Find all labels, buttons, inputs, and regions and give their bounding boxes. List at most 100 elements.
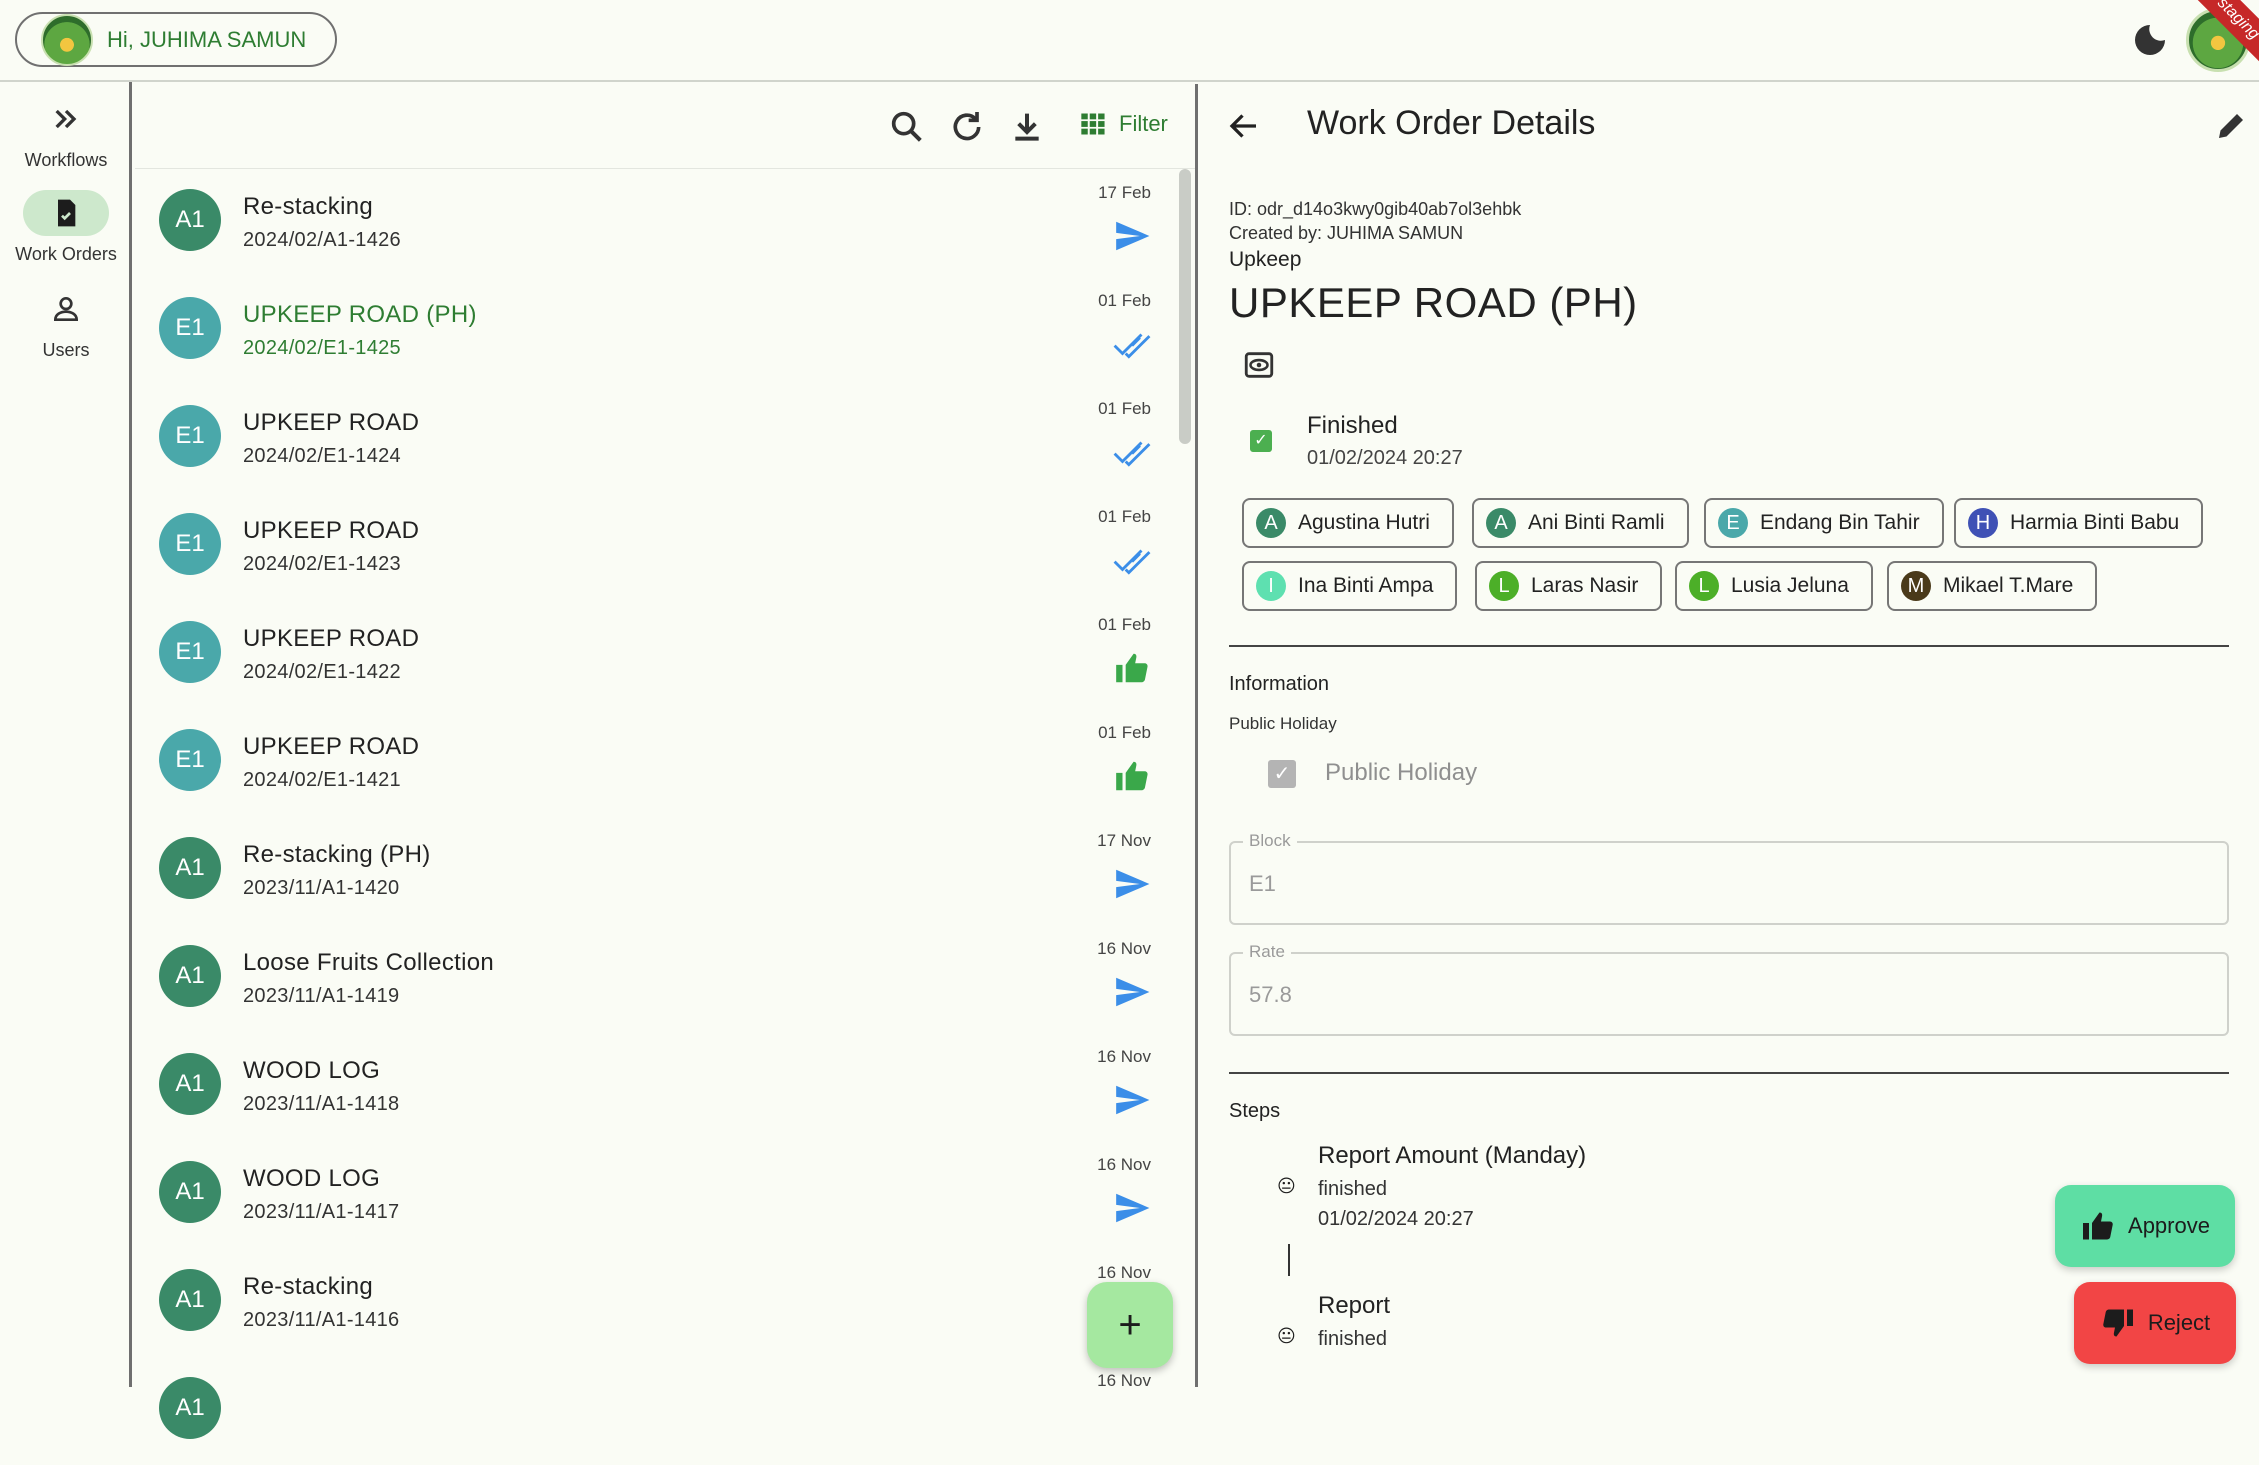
approve-button[interactable]: Approve	[2055, 1185, 2235, 1267]
block-field-label: Block	[1243, 831, 1297, 851]
work-order-list-panel: Filter A1 Re-stacking 2024/02/A1-1426 17 Fe…	[135, 84, 1195, 1439]
worker-avatar: E	[1718, 508, 1748, 538]
block-field[interactable]: Block E1	[1229, 831, 2229, 925]
block-avatar: E1	[159, 513, 221, 575]
grid-icon	[1081, 113, 1105, 135]
order-date: 17 Feb	[1098, 183, 1151, 202]
edit-pencil-icon[interactable]	[2213, 108, 2249, 144]
status-icon	[1113, 1405, 1151, 1443]
order-date: 17 Nov	[1097, 831, 1151, 850]
step-title[interactable]: Report	[1318, 1292, 1390, 1320]
worker-name: Lusia Jeluna	[1731, 574, 1849, 597]
order-code: 2023/11/A1-1420	[243, 877, 400, 899]
order-code: 2023/11/A1-1418	[243, 1093, 400, 1115]
section-divider	[1229, 645, 2229, 647]
order-date: 16 Nov	[1097, 1155, 1151, 1174]
order-date: 16 Nov	[1097, 1371, 1151, 1390]
reject-button[interactable]: Reject	[2074, 1282, 2236, 1364]
list-scrollbar[interactable]	[1179, 169, 1191, 444]
work-order-row[interactable]: E1 UPKEEP ROAD (PH) 2024/02/E1-1425 01 Feb	[135, 277, 1175, 385]
work-order-row[interactable]: A1 Re-stacking 2024/02/A1-1426 17 Feb	[135, 169, 1175, 277]
step-time: 01/02/2024 20:27	[1318, 1208, 1474, 1230]
block-avatar: A1	[159, 1377, 221, 1439]
order-title: UPKEEP ROAD (PH)	[243, 301, 477, 328]
send-icon	[1113, 865, 1151, 903]
dark-mode-icon[interactable]	[2130, 20, 2170, 60]
rail-item-work-orders[interactable]: Work Orders	[0, 190, 132, 265]
worker-chip[interactable]: L Laras Nasir	[1475, 561, 1663, 611]
order-title: Re-stacking	[243, 193, 374, 220]
worker-chip[interactable]: A Agustina Hutri	[1242, 498, 1454, 548]
order-code: 2024/02/E1-1425	[243, 337, 401, 359]
worker-chip[interactable]: E Endang Bin Tahir	[1704, 498, 1944, 548]
worker-chip[interactable]: L Lusia Jeluna	[1675, 561, 1873, 611]
worker-name: Agustina Hutri	[1298, 511, 1430, 534]
step-title[interactable]: Report Amount (Manday)	[1318, 1142, 1586, 1170]
rail-item-users[interactable]: Users	[0, 286, 132, 361]
order-title: Re-stacking	[243, 1273, 374, 1300]
worker-chip[interactable]: M Mikael T.Mare	[1887, 561, 2098, 611]
reject-label: Reject	[2147, 1310, 2211, 1335]
thumb-up-icon	[2083, 1212, 2113, 1240]
order-date: 01 Feb	[1098, 399, 1151, 418]
view-icon[interactable]	[1242, 348, 1276, 382]
rate-field[interactable]: Rate 57.8	[1229, 942, 2229, 1036]
worker-name: Laras Nasir	[1531, 574, 1639, 597]
work-order-row[interactable]: E1 UPKEEP ROAD 2024/02/E1-1424 01 Feb	[135, 385, 1175, 493]
filter-label: Filter	[1119, 111, 1168, 136]
steps-heading: Steps	[1229, 1100, 1281, 1122]
worker-avatar: M	[1901, 571, 1931, 601]
work-order-row[interactable]: A1 WOOD LOG 2023/11/A1-1418 16 Nov	[135, 1033, 1175, 1141]
double-chevron-right-icon	[23, 96, 109, 142]
order-code: 2024/02/E1-1424	[243, 445, 401, 467]
worker-chip[interactable]: I Ina Binti Ampa	[1242, 561, 1458, 611]
information-heading: Information	[1229, 673, 1330, 695]
block-avatar: A1	[159, 837, 221, 899]
created-by: Created by: JUHIMA SAMUN	[1229, 223, 1464, 243]
step-connector	[1288, 1244, 1290, 1276]
worker-chip[interactable]: A Ani Binti Ramli	[1472, 498, 1689, 548]
order-title: WOOD LOG	[243, 1165, 381, 1192]
navigation-rail: Workflows Work Orders Users	[0, 82, 132, 1387]
work-order-row[interactable]: E1 UPKEEP ROAD 2024/02/E1-1422 01 Feb	[135, 601, 1175, 709]
company-logo	[41, 13, 93, 66]
public-holiday-label: Public Holiday	[1229, 714, 1337, 733]
block-avatar: E1	[159, 405, 221, 467]
user-greeting-chip[interactable]: Hi, JUHIMA SAMUN	[15, 12, 337, 67]
work-order-row[interactable]: A1 Re-stacking (PH) 2023/11/A1-1420 17 Nov	[135, 817, 1175, 925]
work-order-row[interactable]: A1 Loose Fruits Collection 2023/11/A1-1419…	[135, 925, 1175, 1033]
worker-name: Mikael T.Mare	[1943, 574, 2074, 597]
rate-field-value: 57.8	[1249, 982, 1292, 1007]
send-icon	[1113, 217, 1151, 255]
order-title: UPKEEP ROAD (PH)	[1229, 279, 1638, 326]
back-arrow-icon[interactable]	[1226, 108, 1262, 144]
work-order-row[interactable]: E1 UPKEEP ROAD 2024/02/E1-1421 01 Feb	[135, 709, 1175, 817]
work-order-row[interactable]: A1 Re-stacking 2023/11/A1-1416 16 Nov	[135, 1249, 1175, 1357]
clipboard-check-icon	[23, 190, 109, 236]
order-date: 16 Nov	[1097, 1263, 1151, 1282]
rail-item-workflows[interactable]: Workflows	[0, 96, 132, 171]
block-field-value: E1	[1249, 871, 1276, 896]
order-title: UPKEEP ROAD	[243, 517, 420, 544]
greeting-text: Hi, JUHIMA SAMUN	[107, 26, 307, 52]
filter-button[interactable]: Filter	[1079, 110, 1168, 138]
order-code: 2024/02/A1-1426	[243, 229, 401, 251]
order-code: 2023/11/A1-1419	[243, 985, 400, 1007]
worker-avatar: L	[1689, 571, 1719, 601]
work-order-row[interactable]: E1 UPKEEP ROAD 2024/02/E1-1423 01 Feb	[135, 493, 1175, 601]
public-holiday-checkbox[interactable]: ✓	[1268, 760, 1296, 788]
approve-label: Approve	[2128, 1213, 2210, 1238]
order-code: 2024/02/E1-1421	[243, 769, 401, 791]
search-icon[interactable]	[887, 107, 927, 147]
order-id: ID: odr_d14o3kwy0gib40ab7ol3ehbk	[1229, 199, 1522, 219]
worker-chip[interactable]: H Harmia Binti Babu	[1954, 498, 2204, 548]
detail-title: Work Order Details	[1307, 104, 1596, 142]
work-order-row[interactable]: A1 16 Nov	[135, 1357, 1175, 1465]
download-icon[interactable]	[1007, 107, 1047, 147]
order-date: 01 Feb	[1098, 291, 1151, 310]
refresh-icon[interactable]	[947, 107, 987, 147]
block-avatar: E1	[159, 297, 221, 359]
add-work-order-button[interactable]: +	[1087, 1282, 1173, 1368]
work-order-row[interactable]: A1 WOOD LOG 2023/11/A1-1417 16 Nov	[135, 1141, 1175, 1249]
thumb-up-icon	[1113, 649, 1151, 687]
